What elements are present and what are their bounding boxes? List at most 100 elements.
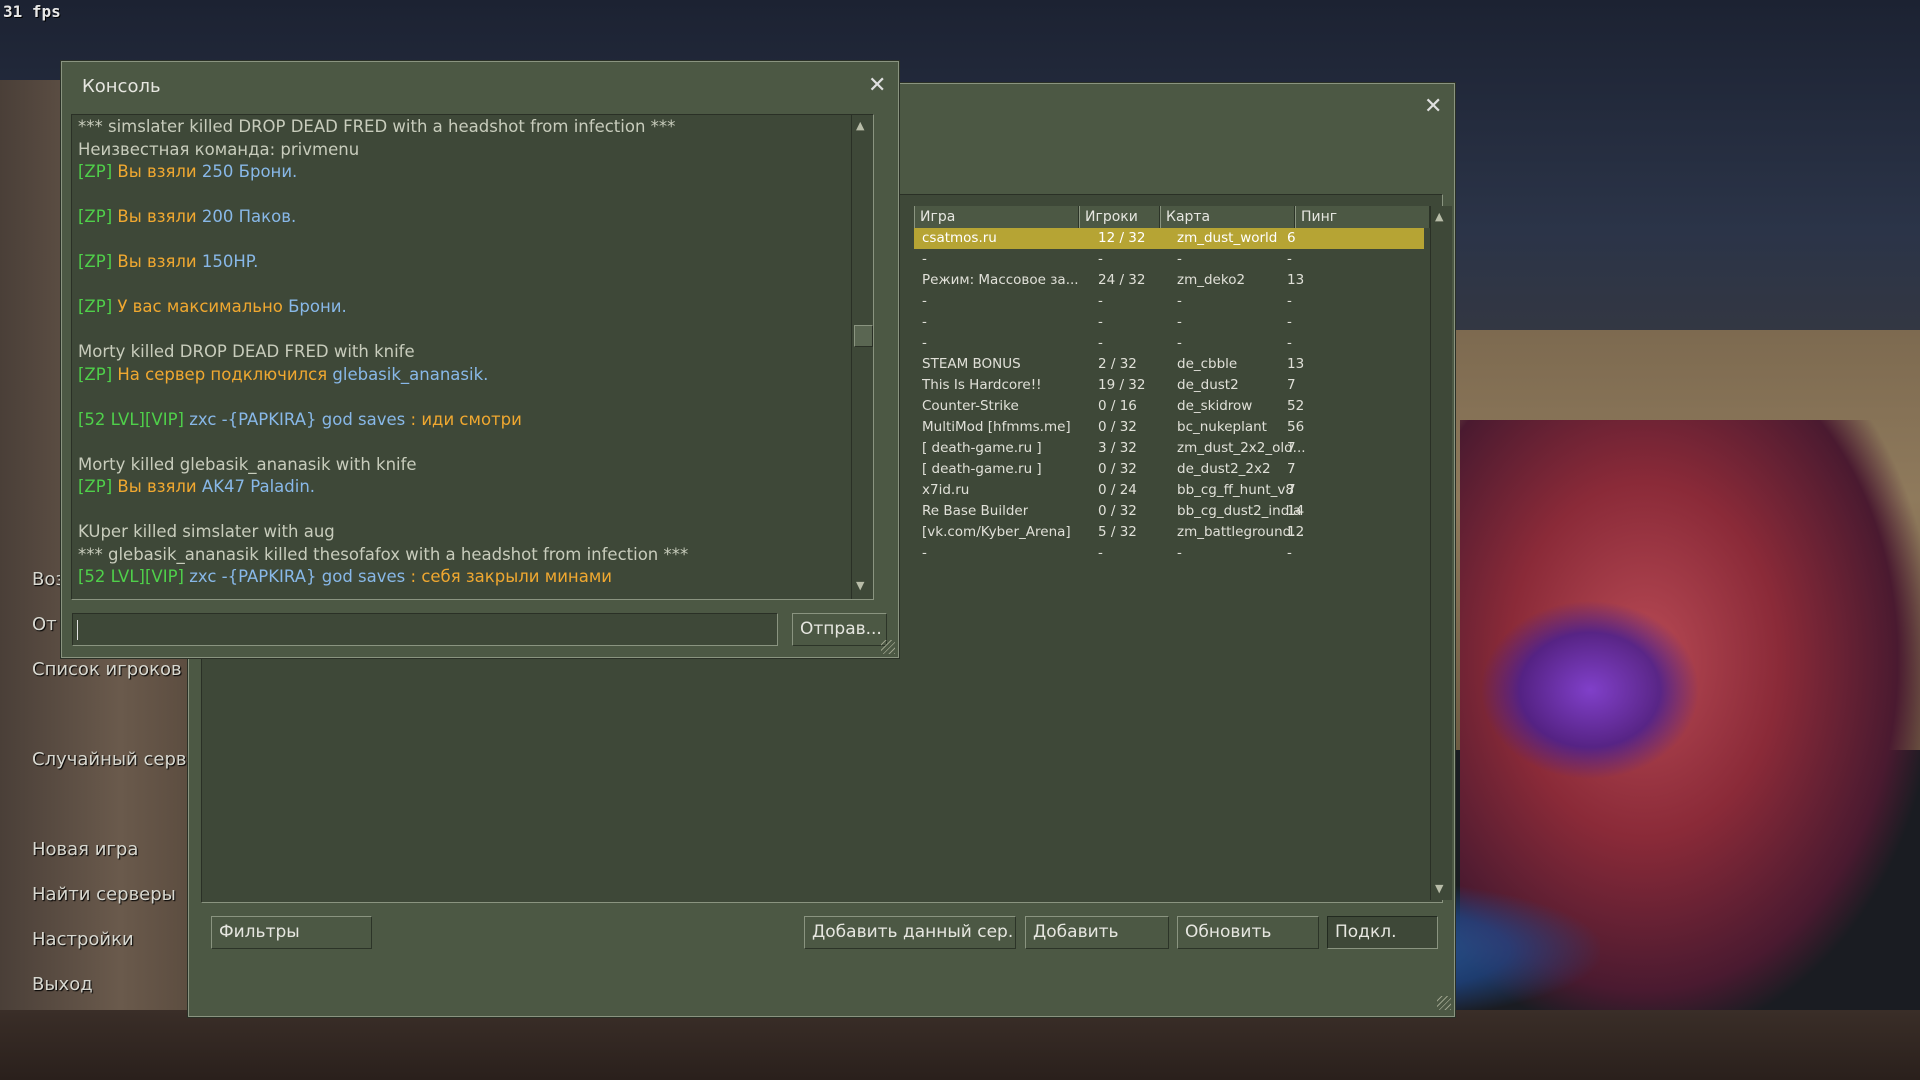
console-segment: Morty killed glebasik_ananasik with knif… bbox=[78, 454, 417, 474]
send-button[interactable]: Отправ... bbox=[792, 613, 887, 646]
cell-ping: - bbox=[1287, 335, 1292, 351]
resize-grip[interactable] bbox=[881, 640, 895, 654]
menu-item-find-servers[interactable]: Найти серверы bbox=[32, 884, 176, 905]
scroll-down-icon[interactable]: ▼ bbox=[856, 579, 864, 592]
refresh-button[interactable]: Обновить bbox=[1177, 916, 1319, 949]
console-segment: [52 LVL][VIP] bbox=[78, 409, 190, 429]
console-segment: *** simslater killed DROP DEAD FRED with… bbox=[78, 117, 676, 136]
cell-players: - bbox=[1098, 335, 1103, 351]
cell-game: STEAM BONUS bbox=[922, 356, 1021, 372]
console-line: [ZP] Вы взяли AK47 Paladin. bbox=[78, 477, 315, 496]
console-segment: [ZP] bbox=[78, 297, 118, 316]
cell-ping: 13 bbox=[1287, 356, 1305, 372]
server-list-scrollbar[interactable]: ▲ ▼ bbox=[1430, 206, 1452, 900]
menu-item-quit[interactable]: Выход bbox=[32, 974, 93, 995]
cell-players: 5 / 32 bbox=[1098, 524, 1137, 540]
purple-glow bbox=[1480, 600, 1700, 780]
console-line: Morty killed DROP DEAD FRED with knife bbox=[78, 342, 415, 361]
menu-item-player-list[interactable]: Список игроков bbox=[32, 659, 182, 680]
table-row[interactable]: [ death-game.ru ] 3 / 32 zm_dust_2x2_old..… bbox=[914, 438, 1424, 459]
cell-game: - bbox=[922, 293, 927, 309]
cell-game: MultiMod [hfmms.me] bbox=[922, 419, 1071, 435]
add-server-button[interactable]: Добавить bbox=[1025, 916, 1169, 949]
cell-ping: 6 bbox=[1287, 230, 1296, 246]
cell-game: - bbox=[922, 335, 927, 351]
add-current-server-button[interactable]: Добавить данный сер... bbox=[804, 916, 1016, 949]
console-input[interactable] bbox=[72, 613, 778, 646]
table-row[interactable]: ---- bbox=[914, 333, 1424, 354]
console-segment: [ZP] bbox=[78, 477, 118, 496]
cell-map: - bbox=[1177, 314, 1182, 330]
table-row[interactable]: ---- bbox=[914, 312, 1424, 333]
console-segment: [ZP] bbox=[78, 162, 118, 181]
cell-players: 19 / 32 bbox=[1098, 377, 1146, 393]
cell-players: - bbox=[1098, 314, 1103, 330]
cell-players: - bbox=[1098, 545, 1103, 561]
connect-button[interactable]: Подкл. bbox=[1327, 916, 1438, 949]
table-row[interactable]: csatmos.ru 12 / 32 zm_dust_world 6 bbox=[914, 228, 1424, 249]
table-row[interactable]: ---- bbox=[914, 543, 1424, 564]
console-segment: 250 Брони. bbox=[201, 162, 298, 181]
table-row[interactable]: Re Base Builder 0 / 32 bb_cg_dust2_india 14 bbox=[914, 501, 1424, 522]
cell-map: de_dust2 bbox=[1177, 377, 1239, 393]
console-segment: Morty killed DROP DEAD FRED with knife bbox=[78, 342, 415, 361]
console-line: [ZP] Вы взяли 250 Брони. bbox=[78, 162, 297, 181]
table-row[interactable]: Counter-Strike 0 / 16 de_skidrow 52 bbox=[914, 396, 1424, 417]
console-line: [ZP] На сервер подключился glebasik_anan… bbox=[78, 365, 488, 384]
cell-game: Counter-Strike bbox=[922, 398, 1019, 414]
menu-item-settings[interactable]: Настройки bbox=[32, 929, 134, 950]
console-segment: 150HP. bbox=[201, 252, 259, 271]
cell-ping: 56 bbox=[1287, 419, 1305, 435]
console-segment: [ZP] bbox=[78, 364, 118, 384]
scroll-up-icon[interactable]: ▲ bbox=[856, 119, 864, 132]
column-header-players[interactable]: Игроки bbox=[1079, 206, 1160, 228]
cell-map: - bbox=[1177, 335, 1182, 351]
console-line: [ZP] У вас максимально Брони. bbox=[78, 297, 347, 316]
text-caret bbox=[77, 620, 78, 640]
column-header-game[interactable]: Игра bbox=[914, 206, 1079, 228]
console-segment: Неизвестная команда: privmenu bbox=[78, 139, 360, 159]
column-header-map[interactable]: Карта bbox=[1160, 206, 1295, 228]
cell-map: de_cbble bbox=[1177, 356, 1238, 372]
console-segment: У вас максимально bbox=[117, 297, 289, 316]
cell-game: [ death-game.ru ] bbox=[922, 461, 1042, 477]
scroll-down-icon[interactable]: ▼ bbox=[1435, 882, 1443, 895]
cell-map: bb_cg_dust2_india bbox=[1177, 503, 1302, 519]
console-segment: Брони. bbox=[288, 297, 347, 316]
cell-players: 2 / 32 bbox=[1098, 356, 1137, 372]
resize-grip[interactable] bbox=[1437, 996, 1451, 1010]
filters-button[interactable]: Фильтры bbox=[211, 916, 372, 949]
console-scrollbar[interactable]: ▲ ▼ bbox=[851, 115, 873, 599]
table-row[interactable]: Режим: Массовое за... 24 / 32 zm_deko2 13 bbox=[914, 270, 1424, 291]
cell-game: Re Base Builder bbox=[922, 503, 1029, 519]
menu-item-disconnect[interactable]: От bbox=[32, 614, 57, 635]
cell-map: de_dust2_2x2 bbox=[1177, 461, 1271, 477]
console-segment: Вы взяли bbox=[117, 207, 202, 226]
cell-game: - bbox=[922, 314, 927, 330]
table-row[interactable]: ---- bbox=[914, 249, 1424, 270]
menu-item-random-server[interactable]: Случайный серв bbox=[32, 749, 187, 770]
console-log: *** simslater killed DROP DEAD FRED with… bbox=[71, 114, 874, 600]
close-icon[interactable]: ✕ bbox=[868, 75, 886, 97]
column-header-ping[interactable]: Пинг bbox=[1295, 206, 1430, 228]
cell-game: csatmos.ru bbox=[922, 230, 997, 246]
table-row[interactable]: [ death-game.ru ] 0 / 32 de_dust2_2x2 7 bbox=[914, 459, 1424, 480]
cell-ping: 12 bbox=[1287, 524, 1305, 540]
cell-ping: 7 bbox=[1287, 377, 1296, 393]
menu-item-resume[interactable]: Воз bbox=[32, 569, 65, 590]
table-row[interactable]: This Is Hardcore!! 19 / 32 de_dust2 7 bbox=[914, 375, 1424, 396]
close-icon[interactable]: ✕ bbox=[1424, 96, 1442, 118]
table-row[interactable]: ---- bbox=[914, 291, 1424, 312]
cell-map: de_skidrow bbox=[1177, 398, 1253, 414]
cell-players: - bbox=[1098, 293, 1103, 309]
console-segment: zxc -{PAPKIRA} god saves bbox=[189, 567, 411, 586]
menu-item-new-game[interactable]: Новая игра bbox=[32, 839, 138, 860]
scroll-up-icon[interactable]: ▲ bbox=[1435, 210, 1443, 223]
table-row[interactable]: [vk.com/Kyber_Arena] 5 / 32 zm_battlegroun… bbox=[914, 522, 1424, 543]
table-row[interactable]: STEAM BONUS 2 / 32 de_cbble 13 bbox=[914, 354, 1424, 375]
cell-ping: - bbox=[1287, 314, 1292, 330]
scroll-thumb[interactable] bbox=[854, 325, 873, 347]
cell-map: - bbox=[1177, 293, 1182, 309]
table-row[interactable]: x7id.ru 0 / 24 bb_cg_ff_hunt_v8 7 bbox=[914, 480, 1424, 501]
table-row[interactable]: MultiMod [hfmms.me] 0 / 32 bc_nukeplant 56 bbox=[914, 417, 1424, 438]
